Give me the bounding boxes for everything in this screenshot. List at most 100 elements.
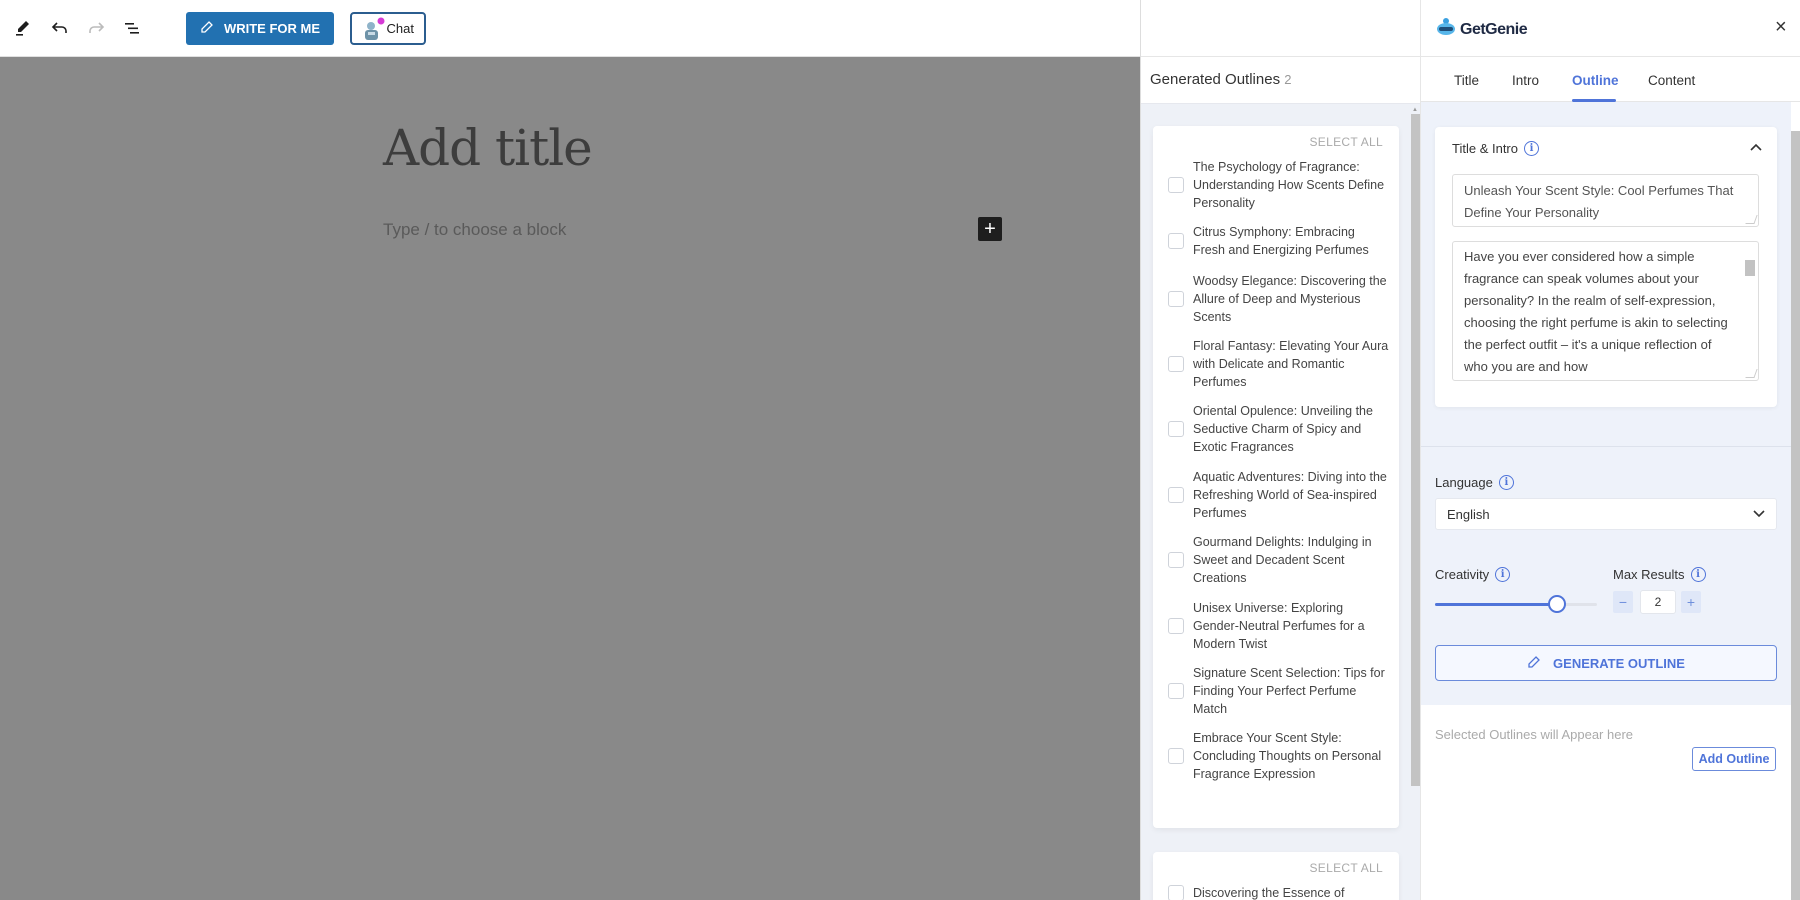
outline-checkbox[interactable] (1168, 233, 1184, 249)
creativity-slider-fill (1435, 603, 1557, 606)
outline-checkbox[interactable] (1168, 748, 1184, 764)
info-icon[interactable]: i (1495, 567, 1511, 582)
outlines-count: 2 (1284, 72, 1292, 87)
outline-checkbox[interactable] (1168, 885, 1184, 900)
pen-icon (200, 20, 214, 37)
outline-checkbox[interactable] (1168, 552, 1184, 568)
chat-button[interactable]: Chat (350, 12, 426, 45)
outlines-list: SELECT ALL The Psychology of Fragrance: … (1141, 104, 1420, 900)
outline-checkbox[interactable] (1168, 683, 1184, 699)
robot-icon (361, 17, 387, 43)
outline-item[interactable]: Citrus Symphony: Embracing Fresh and Ene… (1153, 223, 1399, 259)
creativity-slider-thumb[interactable] (1547, 595, 1566, 613)
resize-handle[interactable] (1745, 215, 1758, 224)
outline-text: Unisex Universe: Exploring Gender-Neutra… (1193, 601, 1365, 651)
post-title-input[interactable]: Add title (383, 119, 593, 177)
decrement-button[interactable]: − (1613, 591, 1633, 613)
outline-item[interactable]: Signature Scent Selection: Tips for Find… (1153, 664, 1399, 718)
max-results-label: Max Results i (1613, 567, 1706, 582)
close-icon[interactable]: × (1775, 16, 1787, 39)
getgenie-logo: GetGenie (1435, 16, 1528, 43)
language-label: Language i (1435, 475, 1514, 490)
write-for-me-button[interactable]: WRITE FOR ME (186, 12, 334, 45)
outline-text: Signature Scent Selection: Tips for Find… (1193, 666, 1385, 716)
outline-checkbox[interactable] (1168, 421, 1184, 437)
outline-checkbox[interactable] (1168, 177, 1184, 193)
outline-item[interactable]: Oriental Opulence: Unveiling the Seducti… (1153, 402, 1399, 456)
outlines-scrollbar[interactable] (1411, 114, 1420, 786)
chat-label: Chat (386, 21, 414, 36)
outline-checkbox[interactable] (1168, 487, 1184, 503)
outline-item[interactable]: Gourmand Delights: Indulging in Sweet an… (1153, 533, 1399, 587)
tab-intro[interactable]: Intro (1512, 73, 1539, 88)
outline-text: Citrus Symphony: Embracing Fresh and Ene… (1193, 225, 1369, 257)
outline-item[interactable]: Aquatic Adventures: Diving into the Refr… (1153, 468, 1399, 522)
list-view-icon[interactable] (120, 16, 144, 40)
pencil-icon[interactable] (11, 16, 35, 40)
outlines-panel-header-spacer (1141, 0, 1420, 57)
write-for-me-label: WRITE FOR ME (223, 21, 321, 36)
outlines-title-wrap: Generated Outlines 2 (1150, 71, 1291, 88)
generated-outlines-panel: Generated Outlines 2 SELECT ALL The Psyc… (1140, 0, 1421, 900)
language-label-text: Language (1435, 475, 1493, 490)
scroll-up-arrow[interactable]: ▲ (1412, 107, 1418, 113)
language-select[interactable]: English (1435, 498, 1777, 530)
outline-item[interactable]: Floral Fantasy: Elevating Your Aura with… (1153, 337, 1399, 391)
select-all-button[interactable]: SELECT ALL (1310, 135, 1384, 149)
resize-handle[interactable] (1745, 369, 1758, 378)
outline-item[interactable]: Unisex Universe: Exploring Gender-Neutra… (1153, 599, 1399, 653)
select-all-button[interactable]: SELECT ALL (1310, 861, 1384, 875)
creativity-slider[interactable] (1435, 595, 1597, 613)
outline-item[interactable]: Discovering the Essence of (1153, 884, 1399, 900)
outline-group-card: SELECT ALL Discovering the Essence of (1153, 852, 1399, 900)
genie-logo-icon (1435, 16, 1457, 43)
genie-scrollbar[interactable] (1791, 131, 1800, 900)
outline-text: Floral Fantasy: Elevating Your Aura with… (1193, 339, 1389, 389)
outline-checkbox[interactable] (1168, 356, 1184, 372)
outline-item[interactable]: The Psychology of Fragrance: Understandi… (1153, 158, 1399, 212)
outline-text: Discovering the Essence of (1193, 886, 1345, 900)
selected-outlines-placeholder: Selected Outlines will Appear here (1435, 727, 1634, 742)
outline-checkbox[interactable] (1168, 291, 1184, 307)
genie-header: GetGenie × (1421, 0, 1800, 57)
pen-icon (1527, 655, 1541, 672)
outline-checkbox[interactable] (1168, 618, 1184, 634)
brand-name: GetGenie (1460, 20, 1528, 38)
redo-icon[interactable] (84, 16, 108, 40)
tab-title[interactable]: Title (1454, 73, 1479, 88)
outline-text: Woodsy Elegance: Discovering the Allure … (1193, 274, 1387, 324)
tab-outline[interactable]: Outline (1572, 73, 1619, 88)
outline-item[interactable]: Embrace Your Scent Style: Concluding Tho… (1153, 729, 1399, 783)
generate-outline-button[interactable]: GENERATE OUTLINE (1435, 645, 1777, 681)
intro-textarea[interactable]: Have you ever considered how a simple fr… (1452, 241, 1759, 381)
generate-outline-label: GENERATE OUTLINE (1553, 655, 1685, 671)
creativity-label: Creativity i (1435, 567, 1511, 582)
block-placeholder[interactable]: Type / to choose a block (383, 220, 566, 240)
add-block-button[interactable]: + (978, 217, 1002, 241)
title-textarea-value: Unleash Your Scent Style: Cool Perfumes … (1464, 183, 1734, 220)
info-icon[interactable]: i (1690, 567, 1706, 582)
increment-button[interactable]: + (1681, 591, 1701, 613)
outline-item[interactable]: Woodsy Elegance: Discovering the Allure … (1153, 272, 1399, 326)
language-value: English (1447, 507, 1490, 522)
outline-text: Embrace Your Scent Style: Concluding Tho… (1193, 731, 1382, 781)
editor-toolbar: WRITE FOR ME Chat (0, 0, 1140, 57)
editor-canvas: Add title Type / to choose a block + (0, 57, 1140, 900)
tab-content[interactable]: Content (1648, 73, 1695, 88)
title-intro-label: Title & Intro i (1452, 141, 1539, 156)
genie-tabs: Title Intro Outline Content (1421, 57, 1800, 102)
info-icon[interactable]: i (1523, 141, 1539, 156)
outlines-title: Generated Outlines (1150, 71, 1281, 88)
outline-text: Aquatic Adventures: Diving into the Refr… (1193, 470, 1387, 520)
outline-text: Gourmand Delights: Indulging in Sweet an… (1193, 535, 1372, 585)
intro-scrollbar[interactable] (1745, 260, 1755, 276)
max-results-input[interactable]: 2 (1640, 590, 1676, 614)
info-icon[interactable]: i (1498, 475, 1514, 490)
add-outline-button[interactable]: Add Outline (1692, 747, 1776, 771)
undo-icon[interactable] (48, 16, 72, 40)
title-textarea[interactable]: Unleash Your Scent Style: Cool Perfumes … (1452, 174, 1759, 227)
getgenie-panel: GetGenie × Title Intro Outline Content T… (1420, 0, 1800, 900)
chevron-down-icon (1752, 507, 1766, 522)
chevron-up-icon[interactable] (1749, 139, 1763, 155)
outline-text: The Psychology of Fragrance: Understandi… (1193, 160, 1385, 210)
